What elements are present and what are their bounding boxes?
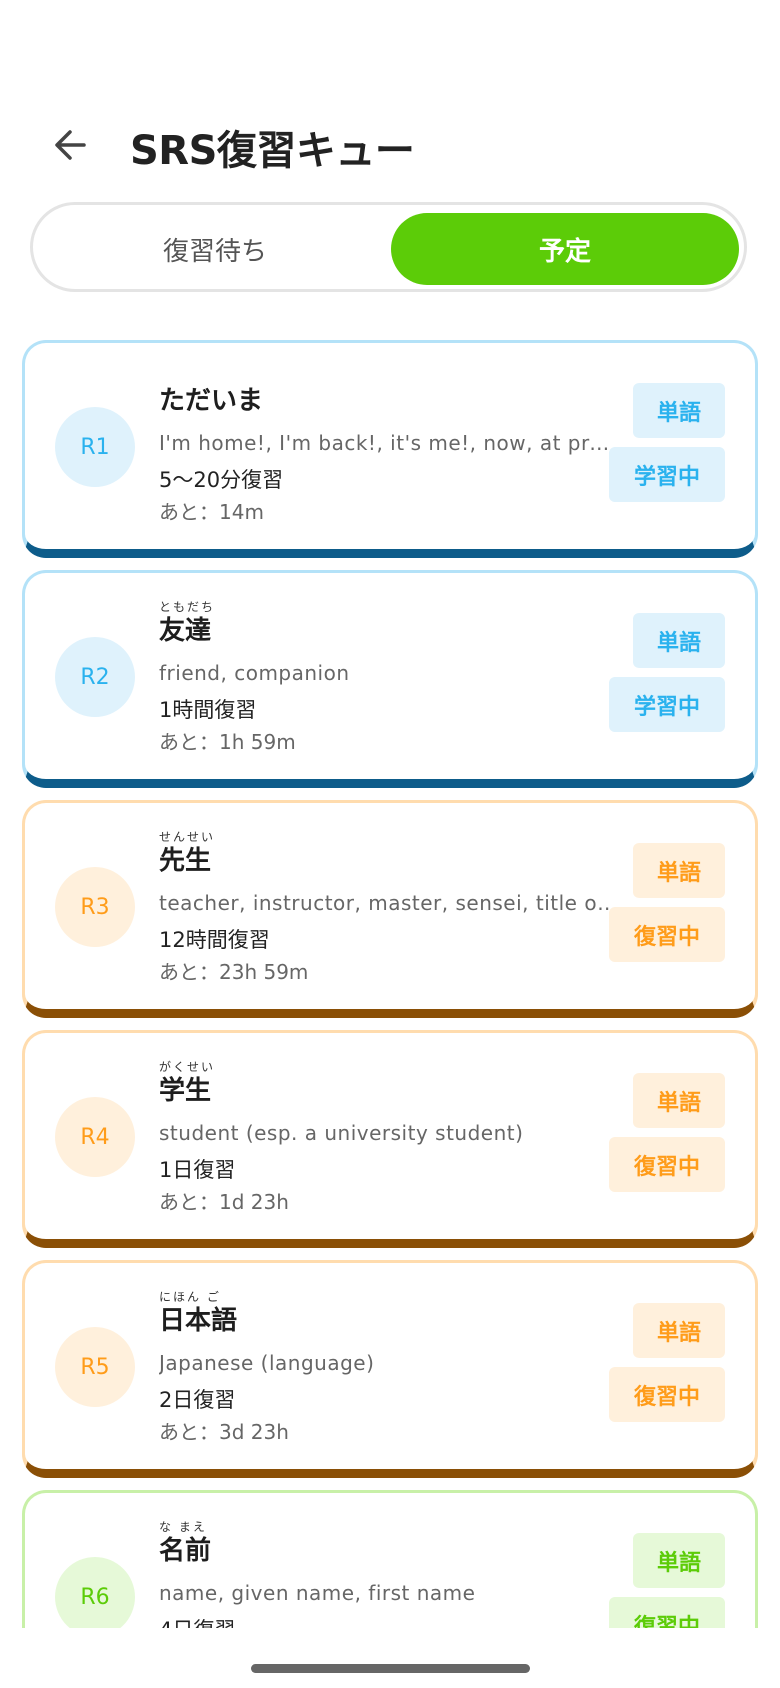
word-meaning: friend, companion [159, 661, 350, 685]
furigana: せんせい [159, 830, 216, 844]
srs-level-badge: R3 [55, 867, 135, 947]
srs-level-badge: R5 [55, 1327, 135, 1407]
furigana [159, 369, 263, 385]
word-text: 先生 [159, 846, 212, 876]
time-remaining: あと：14m [159, 500, 264, 524]
tab-pending[interactable]: 復習待ち [41, 213, 389, 285]
page-title: SRS復習キュー [130, 128, 415, 174]
review-interval: 1時間復習 [159, 698, 257, 722]
status-tag: 学習中 [609, 677, 725, 732]
arrow-left-icon [55, 130, 86, 160]
type-tag: 単語 [633, 843, 725, 898]
status-tag: 復習中 [609, 1597, 725, 1628]
word-block: せんせい 先生 [159, 829, 215, 877]
review-interval: 1日復習 [159, 1158, 236, 1182]
type-tag: 単語 [633, 1073, 725, 1128]
word-block: ともだち 友達 [159, 599, 215, 647]
status-tag: 復習中 [609, 1137, 725, 1192]
furigana: ともだち [159, 600, 216, 614]
review-card[interactable]: R3 せんせい 先生 teacher, instructor, master, … [22, 800, 758, 1018]
review-card[interactable]: R5 にほん ご 日本語 Japanese (language) 2日復習 あと… [22, 1260, 758, 1478]
word-block: ただいま [159, 369, 263, 417]
tab-switch: 復習待ち 予定 [30, 202, 747, 292]
word-block: がくせい 学生 [159, 1059, 215, 1107]
status-tag: 復習中 [609, 1367, 725, 1422]
review-interval: 4日復習 [159, 1614, 235, 1628]
word-meaning: teacher, instructor, master, sensei, tit… [159, 891, 619, 915]
word-text: 日本語 [159, 1306, 238, 1336]
word-meaning: Japanese (language) [159, 1351, 375, 1375]
srs-level-badge: R1 [55, 407, 135, 487]
time-remaining: あと：1h 59m [159, 730, 296, 754]
furigana: な まえ [159, 1520, 207, 1534]
tab-scheduled[interactable]: 予定 [391, 213, 739, 285]
word-meaning: I'm home!, I'm back!, it's me!, now, at … [159, 431, 619, 455]
time-remaining: あと：3d 23h [159, 1420, 289, 1444]
word-text: ただいま [159, 386, 264, 416]
status-tag: 学習中 [609, 447, 725, 502]
app-header: SRS復習キュー [0, 112, 780, 178]
review-queue-list: R1 ただいま I'm home!, I'm back!, it's me!, … [22, 340, 758, 1628]
type-tag: 単語 [633, 383, 725, 438]
review-card[interactable]: R4 がくせい 学生 student (esp. a university st… [22, 1030, 758, 1248]
word-text: 友達 [159, 616, 212, 646]
furigana: にほん ご [159, 1290, 221, 1304]
word-text: 名前 [159, 1536, 212, 1566]
type-tag: 単語 [633, 1303, 725, 1358]
word-text: 学生 [159, 1076, 212, 1106]
srs-level-badge: R4 [55, 1097, 135, 1177]
word-meaning: student (esp. a university student) [159, 1121, 524, 1145]
review-interval: 2日復習 [159, 1388, 236, 1412]
time-remaining: あと：23h 59m [159, 960, 309, 984]
word-meaning: name, given name, first name [159, 1581, 476, 1605]
review-interval: 12時間復習 [159, 928, 270, 952]
review-interval: 5〜20分復習 [159, 468, 284, 492]
type-tag: 単語 [633, 613, 725, 668]
status-tag: 復習中 [609, 907, 725, 962]
review-card[interactable]: R2 ともだち 友達 friend, companion 1時間復習 あと：1h… [22, 570, 758, 788]
srs-level-badge: R6 [55, 1557, 135, 1628]
type-tag: 単語 [633, 1533, 725, 1588]
review-card[interactable]: R1 ただいま I'm home!, I'm back!, it's me!, … [22, 340, 758, 558]
word-block: にほん ご 日本語 [159, 1289, 237, 1337]
home-indicator[interactable] [251, 1664, 530, 1673]
word-block: な まえ 名前 [159, 1519, 211, 1567]
srs-level-badge: R2 [55, 637, 135, 717]
furigana: がくせい [159, 1060, 216, 1074]
review-card[interactable]: R6 な まえ 名前 name, given name, first name … [22, 1490, 758, 1628]
back-button[interactable] [48, 120, 98, 170]
time-remaining: あと：1d 23h [159, 1190, 289, 1214]
